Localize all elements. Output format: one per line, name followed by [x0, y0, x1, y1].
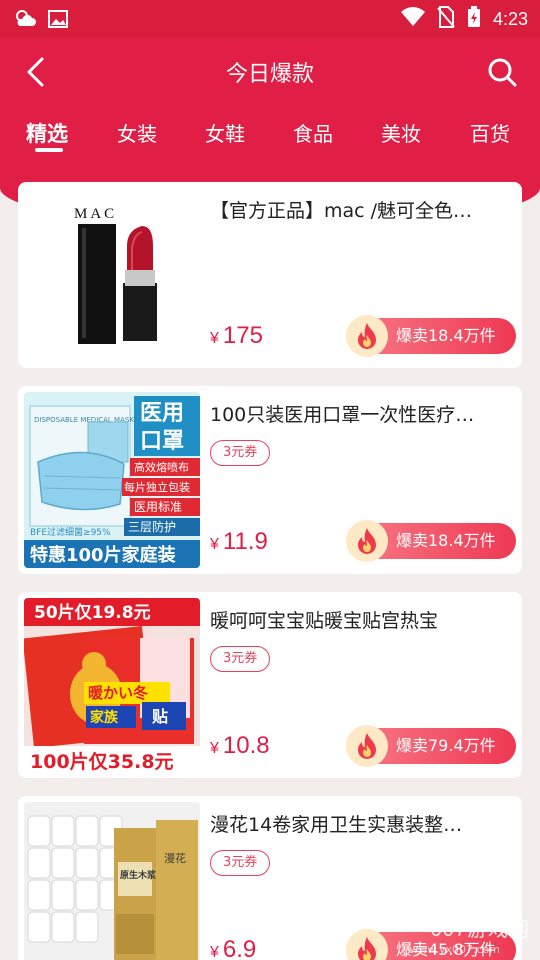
product-image-lipstick: MAC [24, 188, 200, 364]
tissue-brand-text: 漫花 [164, 851, 186, 865]
search-button[interactable] [484, 54, 520, 90]
product-price: ¥175 [210, 322, 263, 350]
coupon-badge: 3元券 [210, 850, 271, 876]
status-right-icons: 4:23 [400, 6, 528, 32]
tab-beauty[interactable]: 美妆 [381, 118, 421, 147]
fire-icon [346, 520, 388, 562]
product-price: ¥6.9 [210, 936, 256, 960]
sold-count-badge: 爆卖18.4万件 [346, 520, 516, 562]
tab-featured[interactable]: 精选 [26, 118, 68, 148]
watermark: 007游戏网 [430, 919, 530, 941]
fire-icon [346, 725, 388, 767]
price-value: 6.9 [222, 936, 257, 960]
weather-icon [14, 8, 38, 34]
image-icon [48, 9, 68, 33]
product-title: 【官方正品】mac /魅可全色… [210, 200, 473, 222]
sold-count-badge: 爆卖79.4万件 [346, 725, 516, 767]
product-image-warmer: 50片仅19.8元 暖かい冬 家族 贴 100片仅35.8元 [24, 598, 200, 774]
no-sim-icon [437, 6, 455, 32]
battery-charging-icon [467, 6, 481, 32]
sold-count-text: 爆卖18.4万件 [396, 531, 496, 550]
warmer-top-text: 50片仅19.8元 [34, 602, 151, 623]
mask-feature-2: 每片独立包装 [124, 480, 190, 494]
product-title: 暖呵呵宝宝贴暖宝贴宫热宝 [210, 610, 439, 632]
wifi-icon [400, 7, 425, 31]
coupon-badge: 3元券 [210, 440, 271, 466]
product-price: ¥10.8 [210, 732, 270, 760]
mask-feature-1: 高效熔喷布 [134, 460, 189, 474]
sold-count-text: 爆卖79.4万件 [396, 736, 496, 755]
product-image-tissue: 原生木浆 漫花 [24, 802, 200, 960]
tissue-pack-text: 原生木浆 [120, 869, 157, 881]
search-icon [488, 58, 517, 87]
status-time: 4:23 [492, 8, 528, 29]
product-title: 漫花14卷家用卫生实惠装整… [210, 814, 463, 836]
fire-icon [346, 929, 388, 960]
warmer-family-text: 家族 [90, 709, 119, 726]
mask-bfe-text: BFE过滤细菌≥95% [30, 526, 111, 538]
product-card[interactable]: MAC 【官方正品】mac /魅可全色… ¥175 爆卖18.4万件 [18, 182, 522, 368]
warmer-bottom-text: 100片仅35.8元 [30, 750, 174, 773]
tab-women-clothing[interactable]: 女装 [117, 118, 157, 147]
status-bar: 4:23 [0, 0, 540, 38]
sold-count-text: 爆卖18.4万件 [396, 326, 496, 345]
warmer-center-text: 暖かい冬 [88, 684, 148, 702]
currency-symbol: ¥ [210, 536, 219, 553]
product-card[interactable]: 50片仅19.8元 暖かい冬 家族 贴 100片仅35.8元 暖呵呵宝宝贴暖宝贴… [18, 592, 522, 778]
currency-symbol: ¥ [210, 330, 219, 347]
tab-active-indicator [35, 148, 63, 152]
tab-general-goods[interactable]: 百货 [470, 118, 510, 147]
category-tabs: 精选 女装 女鞋 食品 美妆 百货 [0, 112, 540, 162]
status-left-icons [14, 8, 68, 34]
coupon-badge: 3元券 [210, 646, 271, 672]
page-title: 今日爆款 [225, 62, 314, 87]
product-title: 100只装医用口罩一次性医疗… [210, 404, 475, 426]
product-image-mask: DISPOSABLE MEDICAL MASK 医用 口罩 高效熔喷布 每片独立… [24, 392, 200, 568]
mac-logo: MAC [74, 206, 117, 222]
price-value: 10.8 [222, 732, 270, 759]
fire-icon [346, 315, 388, 357]
tab-women-shoes[interactable]: 女鞋 [205, 118, 245, 147]
currency-symbol: ¥ [210, 740, 219, 757]
mask-bottom-text: 特惠100片家庭装 [30, 544, 176, 566]
price-value: 11.9 [222, 528, 268, 555]
product-card[interactable]: DISPOSABLE MEDICAL MASK 医用 口罩 高效熔喷布 每片独立… [18, 386, 522, 574]
tab-food[interactable]: 食品 [293, 118, 333, 147]
mask-label-mask: 口罩 [140, 429, 184, 454]
header: 今日爆款 [0, 38, 540, 108]
mask-feature-4: 三层防护 [128, 519, 176, 534]
sold-count-badge: 爆卖18.4万件 [346, 315, 516, 357]
watermark-url: www.yx007.com [409, 943, 500, 956]
price-value: 175 [222, 322, 263, 349]
currency-symbol: ¥ [210, 944, 219, 960]
mask-feature-3: 医用标准 [134, 500, 182, 514]
warmer-sticker-text: 贴 [152, 707, 168, 726]
product-price: ¥11.9 [210, 528, 268, 556]
mask-label-medical: 医用 [140, 401, 184, 426]
